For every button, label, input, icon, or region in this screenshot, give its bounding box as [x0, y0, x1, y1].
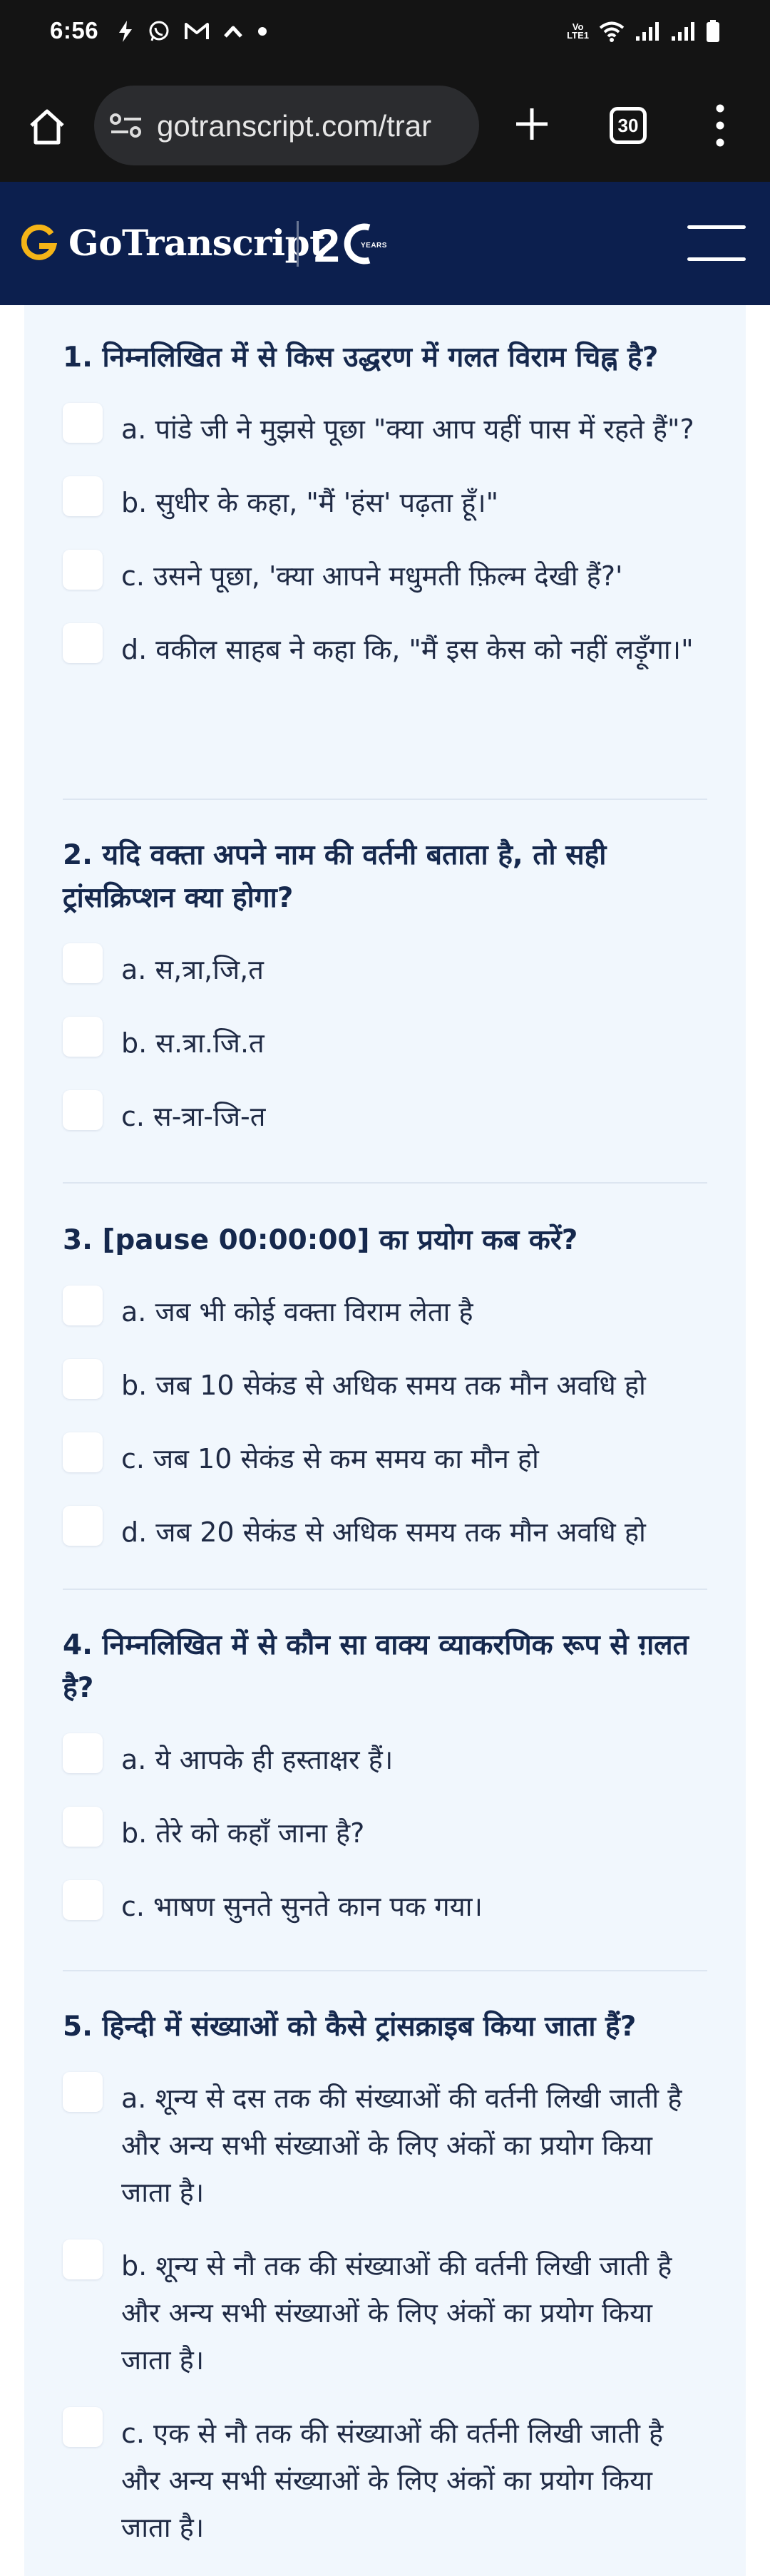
hamburger-menu-icon[interactable]	[687, 225, 746, 261]
option-label[interactable]: b. जब 10 सेकंड से अधिक समय तक मौन अवधि ह…	[121, 1362, 646, 1409]
more-vert-icon[interactable]	[706, 103, 734, 148]
checkbox[interactable]	[63, 943, 103, 983]
option-label[interactable]: c. भाषण सुनते सुनते कान पक गया।	[121, 1883, 483, 1930]
option-3c[interactable]: c. जब 10 सेकंड से कम समय का मौन हो	[63, 1432, 707, 1482]
option-1a[interactable]: a. पांडे जी ने मुझसे पूछा "क्या आप यहीं …	[63, 403, 707, 453]
bolt-icon	[119, 21, 132, 42]
option-label[interactable]: b. स.त्रा.जि.त	[121, 1020, 265, 1067]
brand-divider	[297, 221, 299, 267]
option-label[interactable]: c. उसने पूछा, 'क्या आपने मधुमती फ़िल्म द…	[121, 553, 622, 600]
option-label[interactable]: a. पांडे जी ने मुझसे पूछा "क्या आप यहीं …	[121, 406, 694, 453]
checkbox[interactable]	[63, 623, 103, 663]
checkbox[interactable]	[63, 2072, 103, 2112]
option-label[interactable]: b. शून्य से नौ तक की संख्याओं की वर्तनी …	[121, 2242, 707, 2383]
checkbox[interactable]	[63, 2239, 103, 2279]
checkbox[interactable]	[63, 1359, 103, 1399]
url-text[interactable]: gotranscript.com/trar	[157, 109, 471, 143]
volte-indicator: Vo LTE1	[567, 21, 589, 41]
question-1: 1. निम्नलिखित में से किस उद्धरण में गलत …	[63, 305, 707, 800]
option-label[interactable]: d. जब 20 सेकंड से अधिक समय तक मौन अवधि ह…	[121, 1509, 646, 1556]
option-5c[interactable]: c. एक से नौ तक की संख्याओं की वर्तनी लिख…	[63, 2407, 707, 2551]
battery-icon	[707, 20, 719, 42]
question-title: 4. निम्नलिखित में से कौन सा वाक्य व्याकर…	[63, 1629, 689, 1704]
checkbox[interactable]	[63, 550, 103, 590]
brand-name[interactable]: GoTranscript	[68, 222, 326, 264]
caret-up-icon	[224, 26, 242, 38]
option-label[interactable]: c. स-त्रा-जि-त	[121, 1093, 265, 1140]
notification-icons	[118, 20, 267, 43]
option-4b[interactable]: b. तेरे को कहाँ जाना है?	[63, 1807, 707, 1857]
option-2a[interactable]: a. स,त्रा,जि,त	[63, 943, 707, 993]
years-text: YEARS	[361, 242, 387, 250]
gotranscript-logo-icon[interactable]	[21, 225, 57, 262]
dot-icon	[258, 27, 267, 36]
option-label[interactable]: a. जब भी कोई वक्ता विराम लेता है	[121, 1288, 473, 1335]
option-2c[interactable]: c. स-त्रा-जि-त	[63, 1090, 707, 1140]
checkbox[interactable]	[63, 1090, 103, 1130]
home-icon[interactable]	[27, 107, 67, 147]
question-title: 3. [pause 00:00:00] का प्रयोग कब करें?	[63, 1224, 578, 1256]
option-label[interactable]: b. तेरे को कहाँ जाना है?	[121, 1810, 364, 1857]
question-title: 5. हिन्दी में संख्याओं को कैसे ट्रांसक्र…	[63, 2011, 637, 2043]
option-1b[interactable]: b. सुधीर के कहा, "मैं 'हंस' पढ़ता हूँ।"	[63, 476, 707, 526]
browser-toolbar: gotranscript.com/trar 30	[0, 71, 770, 182]
site-header: GoTranscript 2 YEARS	[0, 182, 770, 305]
quiz-list: 1. निम्नलिखित में से किस उद्धरण में गलत …	[63, 305, 707, 2551]
option-label[interactable]: a. ये आपके ही हस्ताक्षर हैं।	[121, 1736, 393, 1783]
question-5: 5. हिन्दी में संख्याओं को कैसे ट्रांसक्र…	[63, 1971, 707, 2551]
status-time: 6:56	[50, 17, 99, 43]
anniversary-20-years-badge: 2 YEARS	[314, 219, 387, 269]
plus-icon[interactable]	[512, 104, 552, 144]
option-5a[interactable]: a. शून्य से दस तक की संख्याओं की वर्तनी …	[63, 2072, 707, 2216]
checkbox[interactable]	[63, 1432, 103, 1472]
wifi-icon	[599, 21, 625, 42]
question-title: 1. निम्नलिखित में से किस उद्धरण में गलत …	[63, 342, 659, 374]
option-label[interactable]: b. सुधीर के कहा, "मैं 'हंस' पढ़ता हूँ।"	[121, 479, 498, 526]
address-bar[interactable]: gotranscript.com/trar	[94, 86, 479, 165]
option-label[interactable]: a. स,त्रा,जि,त	[121, 946, 264, 993]
checkbox[interactable]	[63, 1807, 103, 1847]
option-4c[interactable]: c. भाषण सुनते सुनते कान पक गया।	[63, 1880, 707, 1930]
checkbox[interactable]	[63, 476, 103, 516]
option-label[interactable]: c. जब 10 सेकंड से कम समय का मौन हो	[121, 1435, 539, 1482]
question-3: 3. [pause 00:00:00] का प्रयोग कब करें? a…	[63, 1184, 707, 1590]
anniversary-digit: 2	[314, 219, 340, 269]
status-bar: 6:56 Vo LTE1	[0, 0, 770, 71]
option-3b[interactable]: b. जब 10 सेकंड से अधिक समय तक मौन अवधि ह…	[63, 1359, 707, 1409]
option-label[interactable]: a. शून्य से दस तक की संख्याओं की वर्तनी …	[121, 2075, 707, 2216]
option-3a[interactable]: a. जब भी कोई वक्ता विराम लेता है	[63, 1286, 707, 1335]
checkbox[interactable]	[63, 403, 103, 443]
checkbox[interactable]	[63, 1286, 103, 1325]
checkbox[interactable]	[63, 1506, 103, 1546]
signal-icon	[636, 22, 659, 41]
checkbox[interactable]	[63, 2407, 103, 2447]
status-right-icons: Vo LTE1	[567, 20, 720, 43]
question-title: 2. यदि वक्ता अपने नाम की वर्तनी बताता है…	[63, 839, 607, 914]
checkbox[interactable]	[63, 1017, 103, 1057]
option-label[interactable]: d. वकील साहब ने कहा कि, "मैं इस केस को न…	[121, 626, 694, 673]
question-2: 2. यदि वक्ता अपने नाम की वर्तनी बताता है…	[63, 800, 707, 1184]
tabs-icon[interactable]: 30	[610, 107, 647, 144]
checkbox[interactable]	[63, 1880, 103, 1920]
site-settings-icon[interactable]	[110, 113, 143, 138]
signal-icon	[672, 22, 694, 41]
gmail-icon	[185, 23, 209, 39]
option-2b[interactable]: b. स.त्रा.जि.त	[63, 1017, 707, 1067]
option-label[interactable]: c. एक से नौ तक की संख्याओं की वर्तनी लिख…	[121, 2410, 707, 2551]
option-1d[interactable]: d. वकील साहब ने कहा कि, "मैं इस केस को न…	[63, 623, 707, 673]
option-1c[interactable]: c. उसने पूछा, 'क्या आपने मधुमती फ़िल्म द…	[63, 550, 707, 600]
checkbox[interactable]	[63, 1733, 103, 1773]
option-5b[interactable]: b. शून्य से नौ तक की संख्याओं की वर्तनी …	[63, 2239, 707, 2383]
option-4a[interactable]: a. ये आपके ही हस्ताक्षर हैं।	[63, 1733, 707, 1783]
whatsapp-icon	[149, 21, 169, 41]
question-4: 4. निम्नलिखित में से कौन सा वाक्य व्याकर…	[63, 1590, 707, 1971]
option-3d[interactable]: d. जब 20 सेकंड से अधिक समय तक मौन अवधि ह…	[63, 1506, 707, 1556]
